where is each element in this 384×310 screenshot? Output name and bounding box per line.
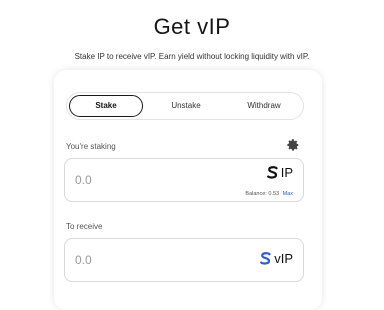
stake-amount-field[interactable]: 0.0 IP Balance: 0.53 Max — [64, 158, 304, 202]
stake-token: IP — [266, 165, 293, 180]
receive-amount-field: 0.0 vIP — [64, 238, 304, 282]
page-title: Get vIP — [153, 14, 231, 39]
receive-label: To receive — [66, 222, 103, 231]
staking-label: You're staking — [66, 142, 116, 151]
page-subtitle: Stake IP to receive vIP. Earn yield with… — [74, 52, 310, 61]
max-button[interactable]: Max — [283, 191, 293, 197]
stake-card: Stake Unstake Withdraw You're staking 0.… — [54, 70, 322, 310]
balance-label: Balance: — [245, 191, 267, 197]
tab-stake[interactable]: Stake — [69, 95, 143, 117]
tab-unstake[interactable]: Unstake — [149, 96, 223, 116]
receive-token-symbol: vIP — [274, 251, 293, 266]
receive-token: vIP — [260, 251, 293, 266]
vip-token-icon — [260, 252, 271, 265]
receive-amount-value: 0.0 — [75, 253, 92, 267]
stake-balance: Balance: 0.53 Max — [245, 191, 293, 197]
gear-icon[interactable] — [286, 138, 300, 152]
stake-amount-input[interactable]: 0.0 — [75, 173, 92, 187]
ip-token-icon — [266, 166, 278, 179]
balance-value: 0.53 — [268, 191, 280, 197]
tab-group: Stake Unstake Withdraw — [66, 92, 304, 120]
stake-token-symbol: IP — [280, 165, 293, 180]
tab-withdraw[interactable]: Withdraw — [227, 96, 301, 116]
